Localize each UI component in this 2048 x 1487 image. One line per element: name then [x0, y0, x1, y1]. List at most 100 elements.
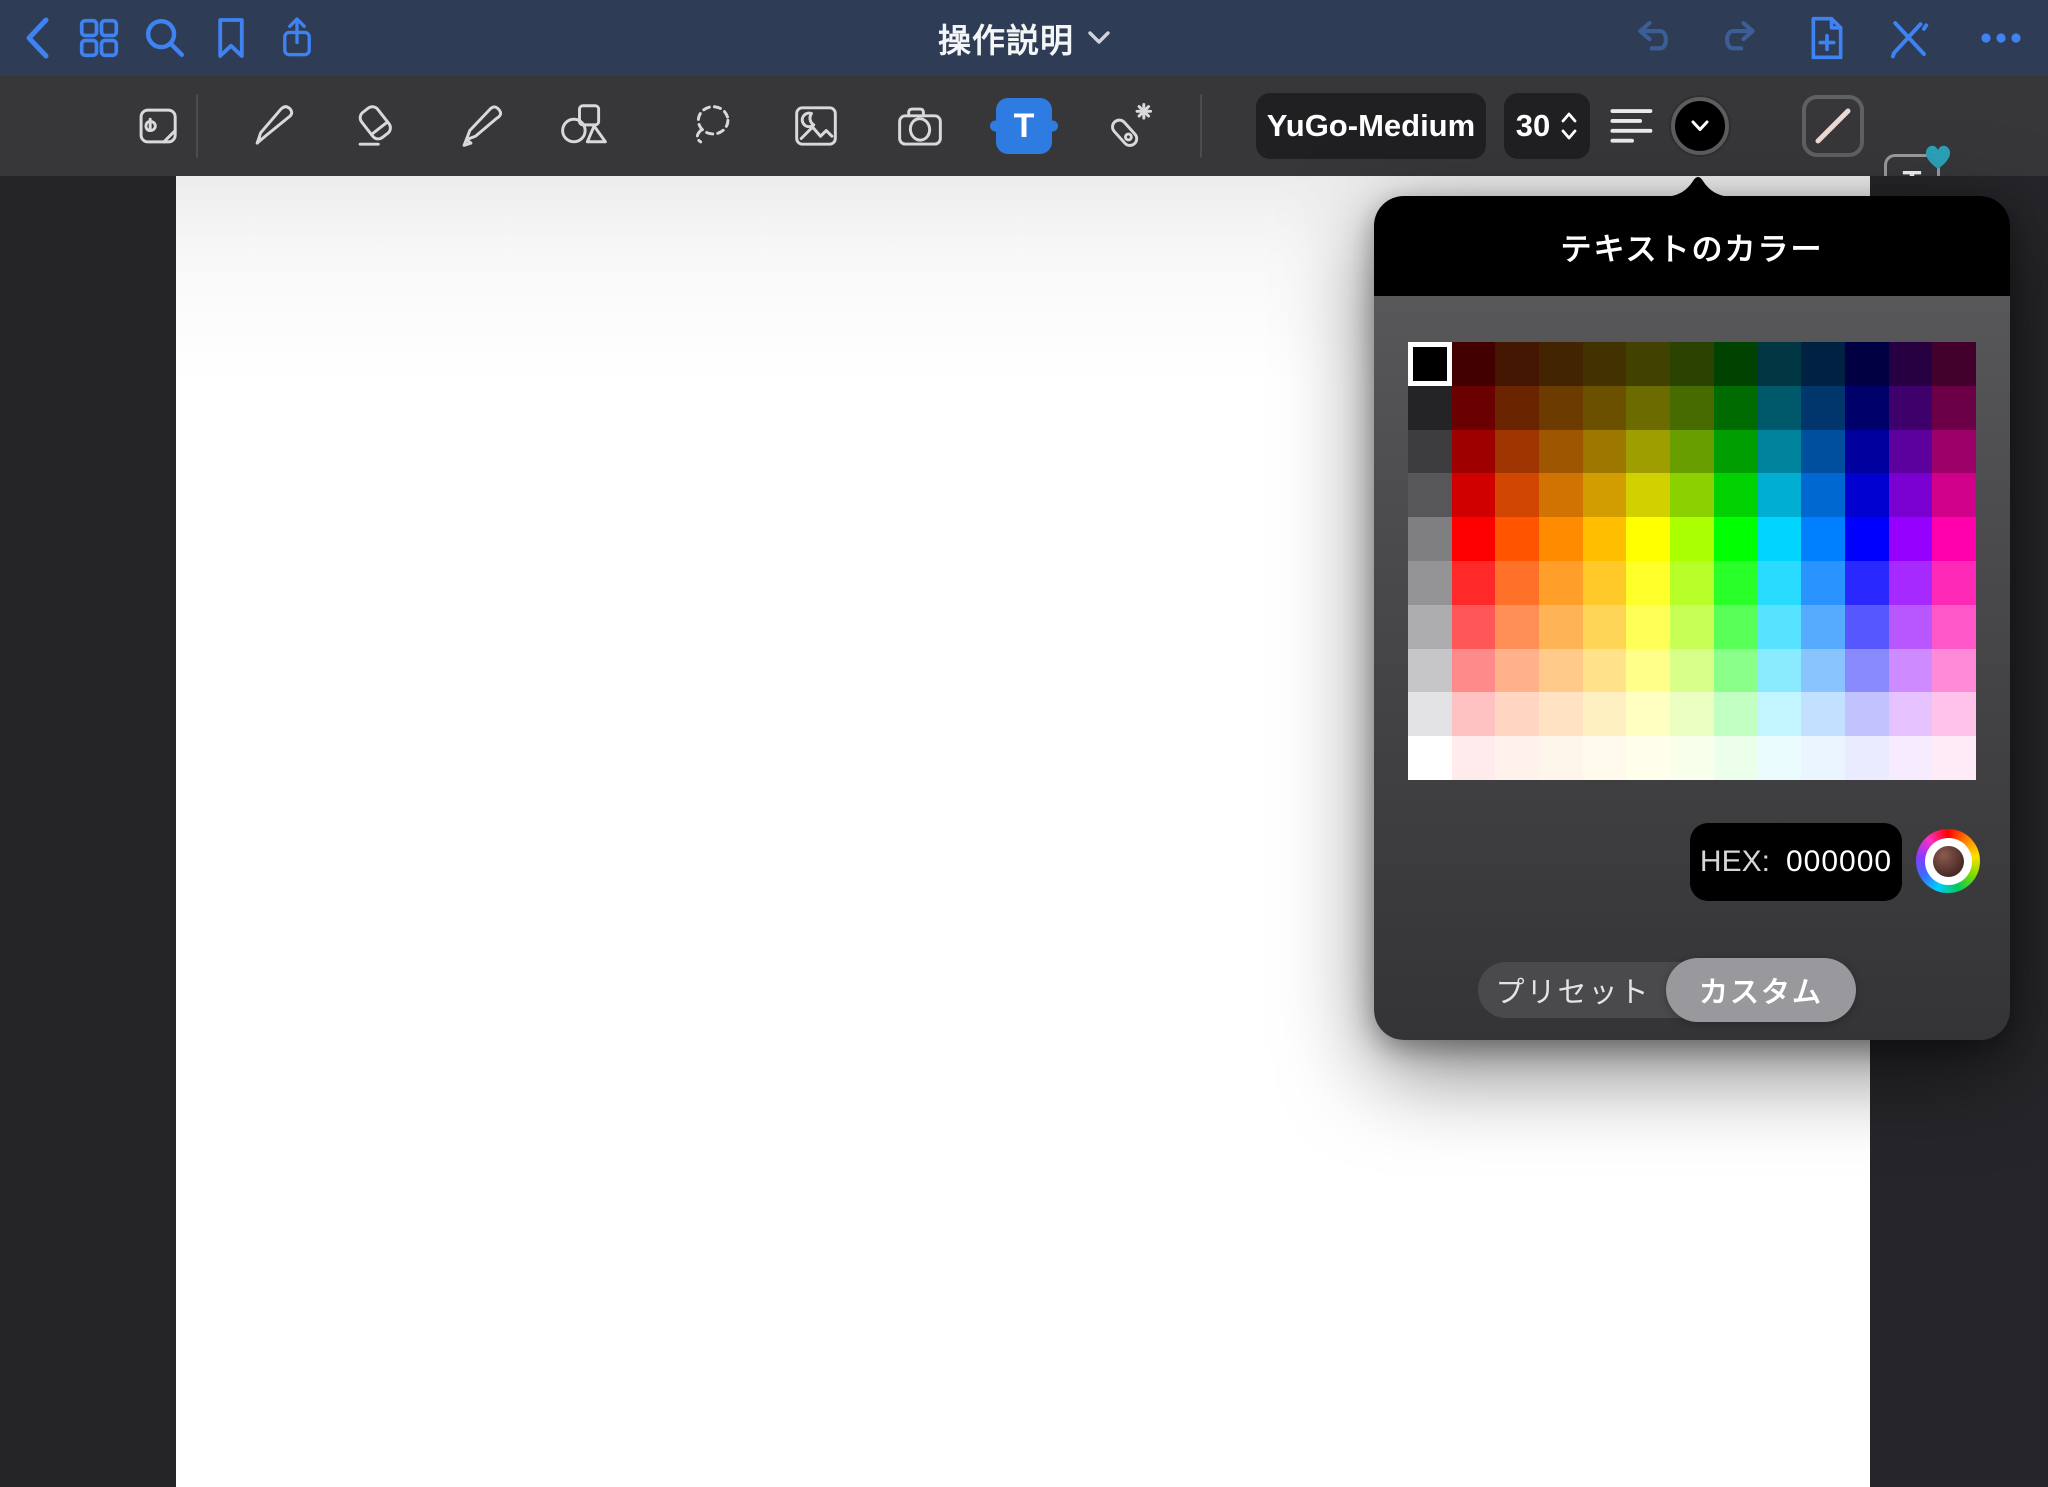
- color-swatch[interactable]: [1670, 692, 1714, 736]
- color-swatch[interactable]: [1801, 473, 1845, 517]
- color-swatch[interactable]: [1932, 342, 1976, 386]
- color-swatch[interactable]: [1889, 561, 1933, 605]
- tab-presets[interactable]: プリセット: [1478, 962, 1668, 1018]
- color-swatch[interactable]: [1801, 605, 1845, 649]
- color-swatch[interactable]: [1626, 561, 1670, 605]
- color-swatch[interactable]: [1714, 517, 1758, 561]
- color-swatch[interactable]: [1408, 430, 1452, 474]
- color-swatch[interactable]: [1801, 386, 1845, 430]
- color-swatch[interactable]: [1932, 517, 1976, 561]
- laser-tool-button[interactable]: [1102, 100, 1154, 152]
- color-swatch[interactable]: [1801, 649, 1845, 693]
- color-swatch[interactable]: [1452, 561, 1496, 605]
- eraser-tool-button[interactable]: [351, 101, 401, 151]
- color-swatch[interactable]: [1539, 342, 1583, 386]
- color-swatch[interactable]: [1408, 342, 1452, 386]
- color-swatch[interactable]: [1889, 342, 1933, 386]
- color-swatch[interactable]: [1801, 342, 1845, 386]
- undo-button[interactable]: [1624, 0, 1682, 76]
- color-swatch[interactable]: [1539, 473, 1583, 517]
- color-swatch[interactable]: [1626, 342, 1670, 386]
- color-swatch[interactable]: [1845, 649, 1889, 693]
- color-swatch[interactable]: [1845, 430, 1889, 474]
- lasso-tool-button[interactable]: [687, 101, 737, 151]
- color-swatch[interactable]: [1932, 649, 1976, 693]
- color-swatch[interactable]: [1845, 736, 1889, 780]
- color-swatch[interactable]: [1845, 561, 1889, 605]
- color-swatch[interactable]: [1932, 386, 1976, 430]
- color-swatch[interactable]: [1408, 605, 1452, 649]
- color-wheel-button[interactable]: [1916, 829, 1980, 893]
- color-swatch[interactable]: [1670, 473, 1714, 517]
- color-swatch[interactable]: [1626, 736, 1670, 780]
- color-swatch[interactable]: [1583, 342, 1627, 386]
- document-title[interactable]: 操作説明: [938, 0, 1110, 76]
- color-swatch[interactable]: [1714, 473, 1758, 517]
- color-swatch[interactable]: [1889, 430, 1933, 474]
- color-swatch[interactable]: [1539, 649, 1583, 693]
- color-swatch[interactable]: [1670, 386, 1714, 430]
- color-swatch[interactable]: [1801, 561, 1845, 605]
- color-swatch[interactable]: [1670, 517, 1714, 561]
- color-swatch[interactable]: [1714, 605, 1758, 649]
- color-swatch[interactable]: [1583, 386, 1627, 430]
- page-thumbnails-button[interactable]: [70, 0, 128, 76]
- tab-custom[interactable]: カスタム: [1666, 958, 1856, 1022]
- color-swatch[interactable]: [1889, 386, 1933, 430]
- font-family-button[interactable]: YuGo-Medium: [1256, 93, 1486, 159]
- hex-input[interactable]: HEX: 000000: [1690, 823, 1902, 901]
- color-swatch[interactable]: [1670, 649, 1714, 693]
- color-swatch[interactable]: [1583, 649, 1627, 693]
- color-swatch[interactable]: [1845, 692, 1889, 736]
- color-swatch[interactable]: [1539, 605, 1583, 649]
- color-swatch[interactable]: [1714, 386, 1758, 430]
- color-swatch[interactable]: [1495, 649, 1539, 693]
- text-color-button[interactable]: [1671, 97, 1729, 155]
- font-size-stepper[interactable]: 30: [1504, 93, 1590, 159]
- color-swatch[interactable]: [1495, 561, 1539, 605]
- color-swatch[interactable]: [1583, 561, 1627, 605]
- color-swatch[interactable]: [1626, 649, 1670, 693]
- color-swatch[interactable]: [1889, 692, 1933, 736]
- highlighter-tool-button[interactable]: [455, 101, 505, 151]
- color-swatch[interactable]: [1626, 430, 1670, 474]
- pen-mode-button[interactable]: [1880, 0, 1938, 76]
- color-swatch[interactable]: [1539, 386, 1583, 430]
- color-swatch[interactable]: [1889, 605, 1933, 649]
- color-swatch[interactable]: [1626, 517, 1670, 561]
- shapes-tool-button[interactable]: [557, 101, 611, 151]
- color-swatch[interactable]: [1626, 473, 1670, 517]
- color-swatch[interactable]: [1758, 736, 1802, 780]
- color-swatch[interactable]: [1714, 342, 1758, 386]
- color-swatch[interactable]: [1670, 736, 1714, 780]
- color-swatch[interactable]: [1714, 649, 1758, 693]
- color-swatch[interactable]: [1801, 430, 1845, 474]
- color-swatch[interactable]: [1452, 342, 1496, 386]
- color-swatch[interactable]: [1495, 430, 1539, 474]
- color-swatch[interactable]: [1452, 430, 1496, 474]
- color-swatch[interactable]: [1758, 386, 1802, 430]
- stroke-style-button[interactable]: [1802, 95, 1864, 157]
- color-swatch[interactable]: [1758, 342, 1802, 386]
- color-swatch[interactable]: [1801, 692, 1845, 736]
- color-swatch[interactable]: [1583, 736, 1627, 780]
- color-swatch[interactable]: [1801, 736, 1845, 780]
- color-swatch[interactable]: [1714, 736, 1758, 780]
- color-swatch[interactable]: [1714, 430, 1758, 474]
- color-swatch[interactable]: [1626, 605, 1670, 649]
- color-swatch[interactable]: [1408, 473, 1452, 517]
- color-swatch[interactable]: [1758, 517, 1802, 561]
- color-swatch[interactable]: [1845, 386, 1889, 430]
- color-swatch[interactable]: [1670, 342, 1714, 386]
- color-swatch[interactable]: [1932, 561, 1976, 605]
- color-swatch[interactable]: [1495, 517, 1539, 561]
- color-swatch[interactable]: [1408, 649, 1452, 693]
- color-swatch[interactable]: [1889, 649, 1933, 693]
- color-swatch[interactable]: [1670, 561, 1714, 605]
- bookmark-button[interactable]: [202, 0, 260, 76]
- color-swatch[interactable]: [1758, 692, 1802, 736]
- color-swatch[interactable]: [1452, 692, 1496, 736]
- color-swatch[interactable]: [1452, 736, 1496, 780]
- color-swatch[interactable]: [1626, 386, 1670, 430]
- color-swatch[interactable]: [1889, 473, 1933, 517]
